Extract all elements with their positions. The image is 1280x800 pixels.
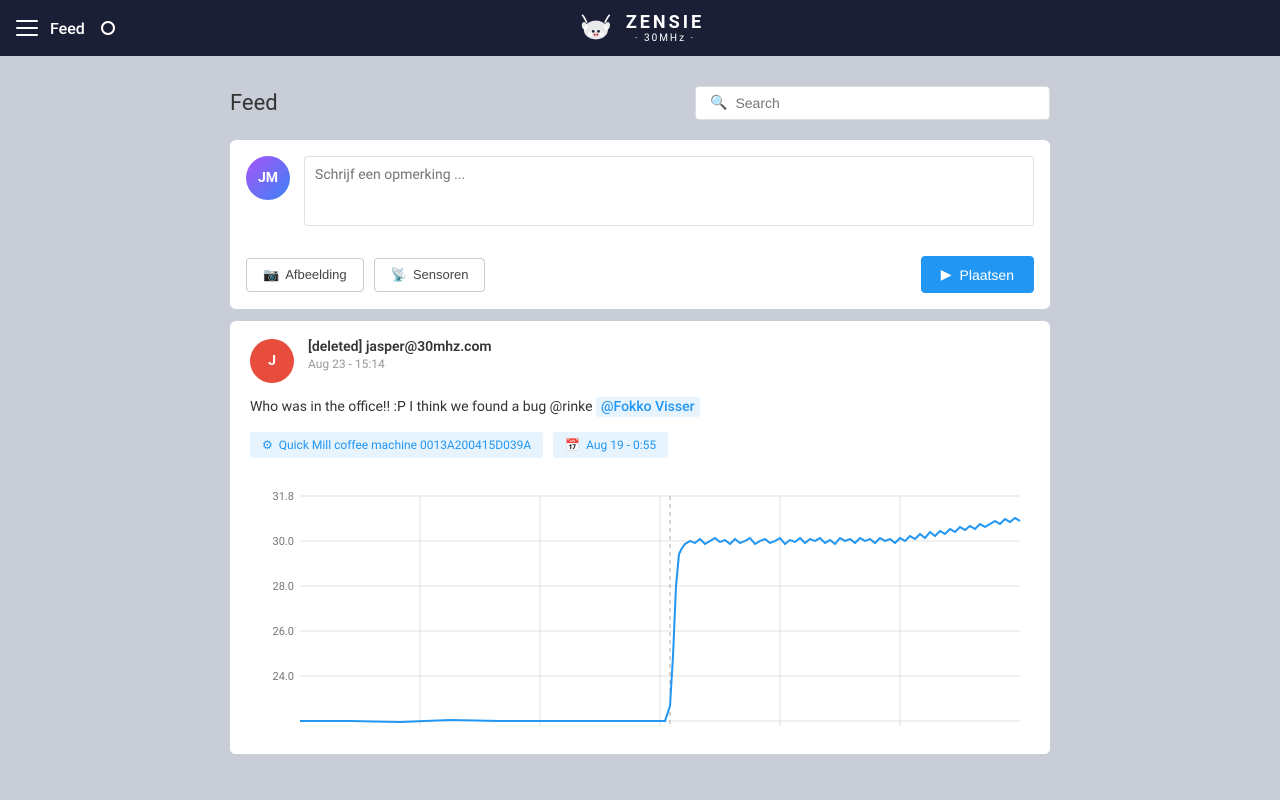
brand-name: ZENSIE [626,12,704,33]
chart-area: 31.8 30.0 28.0 26.0 24.0 [230,474,1050,754]
post-tags: ⚙ Quick Mill coffee machine 0013A200415D… [230,432,1050,474]
post-meta: [deleted] jasper@30mhz.com Aug 23 - 15:1… [308,339,492,371]
post-author: [deleted] jasper@30mhz.com [308,339,492,355]
cursor [101,21,115,35]
image-button[interactable]: 📷 Afbeelding [246,258,364,292]
content-wrapper: Feed 🔍 JM 📷 Afbeelding 📡 [230,86,1050,754]
post-header: J [deleted] jasper@30mhz.com Aug 23 - 15… [230,321,1050,397]
send-icon: ▶ [941,266,952,283]
brand-logo [576,8,616,48]
post-card: J [deleted] jasper@30mhz.com Aug 23 - 15… [230,321,1050,754]
date-tag[interactable]: 📅 Aug 19 - 0:55 [553,432,668,458]
submit-label: Plaatsen [960,267,1014,283]
sensor-tag[interactable]: ⚙ Quick Mill coffee machine 0013A200415D… [250,432,543,458]
post-time: Aug 23 - 15:14 [308,357,492,371]
image-label: Afbeelding [285,267,346,282]
post-text: Who was in the office!! :P I think we fo… [250,399,593,415]
page-title: Feed [230,91,278,116]
camera-icon: 📷 [263,267,279,283]
search-box[interactable]: 🔍 [695,86,1050,120]
date-tag-label: Aug 19 - 0:55 [586,438,656,452]
chart-svg: 31.8 30.0 28.0 26.0 24.0 [250,486,1030,736]
sensors-label: Sensoren [413,267,469,282]
brand-text: ZENSIE · 30MHz · [626,12,704,44]
sensors-button[interactable]: 📡 Sensoren [374,258,486,292]
composer-actions: 📷 Afbeelding 📡 Sensoren ▶ Plaatsen [230,246,1050,309]
menu-button[interactable] [16,20,38,36]
submit-button[interactable]: ▶ Plaatsen [921,256,1034,293]
sensor-tag-label: Quick Mill coffee machine 0013A200415D03… [279,438,531,452]
sensor-icon: 📡 [391,267,407,283]
search-icon: 🔍 [710,95,727,111]
svg-text:31.8: 31.8 [273,490,294,503]
calendar-icon: 📅 [565,438,580,452]
user-avatar: JM [246,156,290,200]
svg-text:30.0: 30.0 [273,535,294,548]
composer-area: JM [230,140,1050,246]
svg-text:26.0: 26.0 [273,625,294,638]
navbar: Feed ZENSIE · 30MHz · [0,0,1280,56]
navbar-left: Feed [16,19,115,38]
composer-textarea[interactable] [304,156,1034,226]
svg-text:28.0: 28.0 [273,580,294,593]
sensor-tag-icon: ⚙ [262,438,273,452]
svg-text:24.0: 24.0 [273,670,294,683]
header-row: Feed 🔍 [230,86,1050,120]
post-mention[interactable]: @Fokko Visser [596,397,700,417]
navbar-brand: ZENSIE · 30MHz · [576,8,704,48]
composer-input-wrap [304,156,1034,230]
nav-title: Feed [50,19,85,38]
search-input[interactable] [735,95,1035,111]
main-content: Feed 🔍 JM 📷 Afbeelding 📡 [0,56,1280,754]
post-avatar: J [250,339,294,383]
composer-card: JM 📷 Afbeelding 📡 Sensoren ▶ Plaatsen [230,140,1050,309]
brand-sub: · 30MHz · [635,33,695,44]
post-body: Who was in the office!! :P I think we fo… [230,397,1050,432]
